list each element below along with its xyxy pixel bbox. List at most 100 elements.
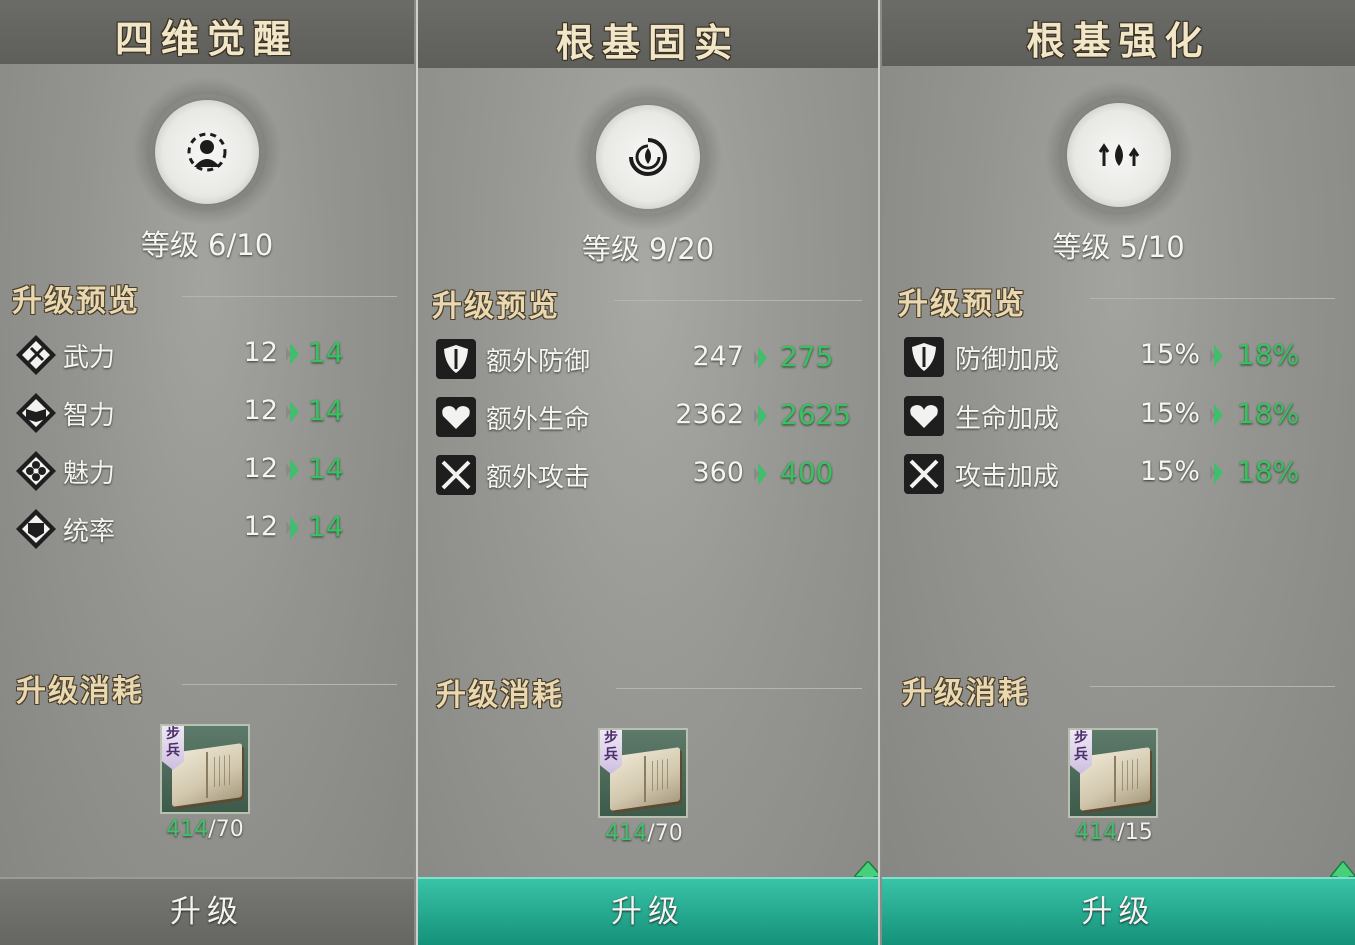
command-icon	[16, 509, 56, 549]
stat-old-value: 12	[243, 337, 278, 368]
upgrade-preview-title: 升级预览	[898, 287, 1026, 322]
panel-foundation-enhance: 根基强化 等级 5/10 升级预览 防御加成 15% 18% 生命加成 15% …	[882, 0, 1355, 945]
stat-row-extra-hp: 额外生命 2362 2625	[434, 395, 864, 439]
stat-new-value: 14	[308, 336, 344, 369]
stat-name: 防御加成	[955, 345, 1060, 375]
increase-arrow-icon	[286, 459, 299, 481]
panel-four-dimension-awakening: 四维觉醒 等级 6/10 升级预览 武力 12 14 智力 12 14 魅力 1…	[0, 0, 414, 945]
shield-icon	[436, 339, 476, 379]
stat-name: 生命加成	[955, 404, 1060, 434]
stat-new-value: 18%	[1237, 338, 1300, 371]
tag-text-top: 步	[604, 730, 618, 746]
stat-name: 统率	[63, 517, 116, 547]
stat-new-value: 18%	[1237, 455, 1300, 488]
cost-count: 414/70	[125, 817, 285, 842]
stat-old-value: 360	[692, 457, 744, 488]
drop-up-arrows-icon	[1067, 103, 1171, 207]
increase-arrow-icon	[754, 347, 767, 369]
owned-count: 414	[1075, 820, 1118, 845]
panel-title-bar: 四维觉醒	[0, 0, 414, 64]
stat-name: 魅力	[63, 459, 116, 489]
stat-old-value: 247	[692, 341, 744, 372]
required-count: /70	[208, 817, 244, 842]
stat-new-value: 18%	[1237, 397, 1300, 430]
increase-arrow-icon	[286, 343, 299, 365]
stat-row-zhili: 智力 12 14	[14, 391, 394, 435]
stat-old-value: 12	[243, 395, 278, 426]
stat-name: 武力	[63, 343, 116, 373]
shield-icon	[904, 337, 944, 377]
panel-foundation-solid: 根基固实 等级 9/20 升级预览 额外防御 247 275 额外生命 2362…	[416, 0, 880, 945]
crossed-swords-icon	[904, 454, 944, 494]
owned-count: 414	[166, 817, 209, 842]
increase-arrow-icon	[1210, 462, 1223, 484]
panel-title: 根基固实	[555, 20, 740, 65]
stat-new-value: 14	[308, 394, 344, 427]
stat-row-extra-attack: 额外攻击 360 400	[434, 453, 864, 497]
stat-old-value: 15%	[1139, 456, 1200, 487]
cost-item-slot[interactable]: 步 兵	[160, 724, 250, 814]
level-text: 等级 6/10	[140, 228, 274, 262]
upgrade-preview-title: 升级预览	[12, 284, 140, 319]
stat-old-value: 15%	[1139, 339, 1200, 370]
infantry-tag: 步 兵	[162, 726, 184, 770]
stat-name: 额外防御	[486, 347, 591, 377]
required-count: /70	[647, 821, 683, 846]
divider	[616, 688, 862, 689]
stat-row-wuli: 武力 12 14	[14, 333, 394, 377]
upgrade-button[interactable]: 升级	[882, 877, 1355, 945]
stat-row-attack-bonus: 攻击加成 15% 18%	[902, 452, 1342, 496]
stat-old-value: 12	[243, 511, 278, 542]
flower-icon	[16, 451, 56, 491]
upgrade-cost-title: 升级消耗	[16, 674, 144, 709]
tag-text-bottom: 兵	[166, 743, 180, 759]
stat-name: 额外生命	[486, 405, 591, 435]
increase-arrow-icon	[1210, 345, 1223, 367]
awaken-figure-icon	[155, 100, 259, 204]
stat-new-value: 14	[308, 510, 344, 543]
stat-old-value: 15%	[1139, 398, 1200, 429]
divider	[1090, 686, 1335, 687]
tag-text-bottom: 兵	[1074, 747, 1088, 763]
cost-item-slot[interactable]: 步 兵	[1068, 728, 1158, 818]
upgrade-preview-title: 升级预览	[432, 289, 560, 324]
stat-name: 攻击加成	[955, 462, 1060, 492]
divider	[1090, 298, 1335, 299]
upgrade-button[interactable]: 升级	[418, 877, 878, 945]
tag-text-top: 步	[1074, 730, 1088, 746]
stat-new-value: 400	[780, 456, 834, 489]
upgrade-cost-title: 升级消耗	[902, 676, 1030, 711]
panel-title: 四维觉醒	[114, 16, 299, 61]
cost-item-slot[interactable]: 步 兵	[598, 728, 688, 818]
increase-arrow-icon	[1210, 404, 1223, 426]
tag-text-top: 步	[166, 726, 180, 742]
stat-old-value: 12	[243, 453, 278, 484]
required-count: /15	[1117, 820, 1153, 845]
cost-count: 414/15	[1034, 820, 1194, 845]
stat-row-tongshuai: 统率 12 14	[14, 507, 394, 551]
tag-text-bottom: 兵	[604, 747, 618, 763]
stat-row-meili: 魅力 12 14	[14, 449, 394, 493]
divider	[182, 684, 397, 685]
heart-icon	[904, 396, 944, 436]
increase-arrow-icon	[754, 463, 767, 485]
increase-arrow-icon	[754, 405, 767, 427]
crossed-swords-icon	[436, 455, 476, 495]
upgrade-button-disabled[interactable]: 升级	[0, 877, 414, 945]
owned-count: 414	[605, 821, 648, 846]
stat-row-hp-bonus: 生命加成 15% 18%	[902, 394, 1342, 438]
panel-title: 根基强化	[1026, 18, 1211, 63]
stat-row-defense-bonus: 防御加成 15% 18%	[902, 335, 1342, 379]
upgrade-cost-title: 升级消耗	[436, 678, 564, 713]
divider	[614, 300, 862, 301]
infantry-tag: 步 兵	[1070, 730, 1092, 774]
panel-title-bar: 根基固实	[418, 0, 878, 68]
stat-new-value: 2625	[780, 398, 852, 431]
level-text: 等级 5/10	[1052, 230, 1185, 264]
heart-icon	[436, 397, 476, 437]
stat-new-value: 275	[780, 340, 834, 373]
stat-new-value: 14	[308, 452, 344, 485]
increase-arrow-icon	[286, 517, 299, 539]
weapon-icon	[16, 335, 56, 375]
divider	[182, 296, 397, 297]
